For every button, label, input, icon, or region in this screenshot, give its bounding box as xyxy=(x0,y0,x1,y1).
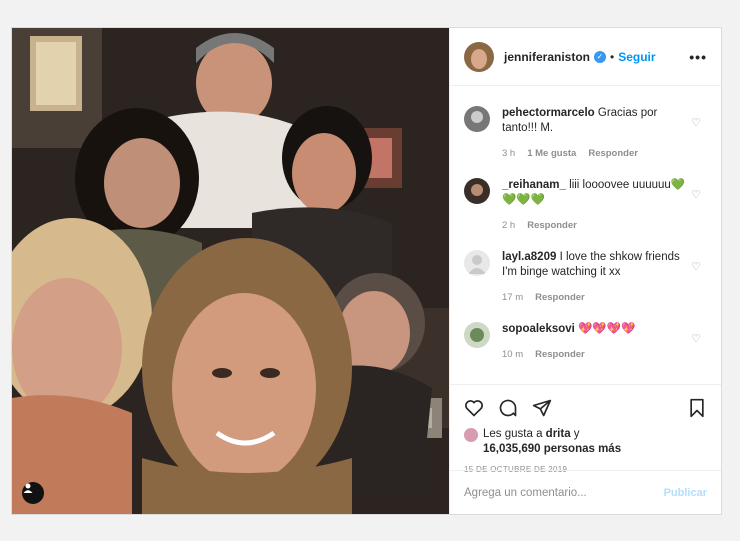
reply-button[interactable]: Responder xyxy=(535,292,585,303)
separator-dot: • xyxy=(610,49,615,64)
commenter-avatar[interactable] xyxy=(464,178,490,204)
publish-button[interactable]: Publicar xyxy=(664,487,707,499)
comment-input[interactable]: Agrega un comentario... xyxy=(464,487,587,499)
comment-username[interactable]: pehectormarcelo xyxy=(502,107,595,119)
reply-button[interactable]: Responder xyxy=(535,349,585,360)
comment-item: sopoaleksovi 💖💖💖💖 10 m Responder ♡ xyxy=(464,322,707,362)
heart-icon[interactable] xyxy=(464,398,484,418)
post-sidebar: jenniferaniston ✓ • Seguir ••• pehectorm… xyxy=(449,28,721,514)
group-selfie-image xyxy=(12,28,449,514)
comment-item: _reihanam_ liii loooovee uuuuuu💚💚💚💚 2 hR… xyxy=(464,178,707,233)
more-options-icon[interactable]: ••• xyxy=(689,49,707,65)
commenter-avatar[interactable] xyxy=(464,322,490,348)
commenter-avatar[interactable] xyxy=(464,106,490,132)
reply-button[interactable]: Responder xyxy=(527,220,577,231)
instagram-post-card: jenniferaniston ✓ • Seguir ••• pehectorm… xyxy=(11,27,722,515)
likes-count[interactable]: 16,035,690 personas más xyxy=(483,443,621,455)
post-header: jenniferaniston ✓ • Seguir ••• xyxy=(450,28,721,86)
comment-item: layl.a8209 I love the shkow friends I'm … xyxy=(464,250,707,305)
post-photo[interactable] xyxy=(12,28,449,514)
comment-item: pehectormarcelo Gracias por tanto!!! M. … xyxy=(464,106,707,161)
likes-summary: Les gusta a drita y 16,035,690 personas … xyxy=(464,427,707,457)
comment-likes[interactable]: 1 Me gusta xyxy=(527,148,576,159)
bookmark-icon[interactable] xyxy=(687,398,707,418)
user-tag-button[interactable] xyxy=(22,482,44,504)
comment-like-heart-icon[interactable]: ♡ xyxy=(691,332,701,345)
user-tag-icon xyxy=(23,483,33,493)
add-comment-bar: Agrega un comentario... Publicar xyxy=(450,470,721,514)
comment-time[interactable]: 10 m xyxy=(502,349,523,360)
comment-time[interactable]: 2 h xyxy=(502,220,515,231)
likes-prefix: Les gusta a xyxy=(483,428,543,440)
comment-like-heart-icon[interactable]: ♡ xyxy=(691,188,701,201)
comment-username[interactable]: _reihanam_ xyxy=(502,179,566,191)
comments-list: pehectormarcelo Gracias por tanto!!! M. … xyxy=(450,86,721,384)
liker-username[interactable]: drita xyxy=(546,428,571,440)
reply-button[interactable]: Responder xyxy=(588,148,638,159)
author-avatar[interactable] xyxy=(464,41,494,72)
author-username[interactable]: jenniferaniston xyxy=(504,50,590,64)
share-icon[interactable] xyxy=(532,398,552,418)
comment-username[interactable]: layl.a8209 xyxy=(502,251,556,263)
follow-button[interactable]: Seguir xyxy=(618,50,655,64)
comment-icon[interactable] xyxy=(498,398,518,418)
comment-username[interactable]: sopoaleksovi xyxy=(502,323,575,335)
commenter-avatar[interactable] xyxy=(464,250,490,276)
comment-time[interactable]: 3 h xyxy=(502,148,515,159)
comment-text: 💖💖💖💖 xyxy=(578,323,636,335)
comment-like-heart-icon[interactable]: ♡ xyxy=(691,116,701,129)
comment-time[interactable]: 17 m xyxy=(502,292,523,303)
comment-like-heart-icon[interactable]: ♡ xyxy=(691,260,701,273)
likes-connector: y xyxy=(573,428,580,440)
verified-icon: ✓ xyxy=(594,50,607,63)
liker-avatar[interactable] xyxy=(464,428,478,442)
